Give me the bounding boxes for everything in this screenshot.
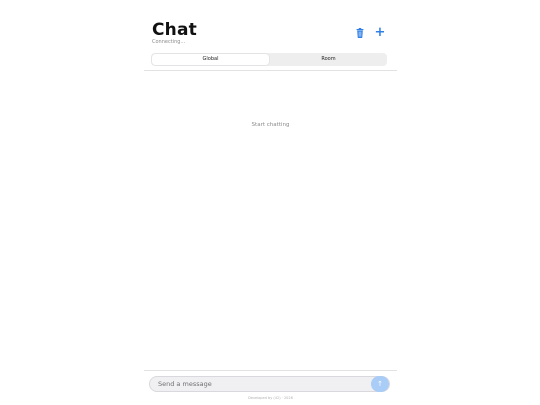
footer-credit: Developed by (42) · 2026 — [248, 396, 293, 400]
chat-app: Chat Connecting... + Global Room Start c… — [144, 0, 397, 405]
plus-icon: + — [374, 25, 386, 40]
message-composer: ↑ — [149, 376, 390, 392]
chat-scope-segmented-control: Global Room — [151, 53, 387, 66]
clear-chat-button[interactable] — [354, 27, 366, 39]
message-list[interactable]: Start chatting — [144, 71, 397, 370]
trash-icon — [356, 28, 364, 38]
empty-state-text: Start chatting — [251, 122, 290, 128]
tab-room[interactable]: Room — [270, 54, 387, 65]
arrow-up-icon: ↑ — [377, 380, 383, 388]
page-title: Chat — [152, 20, 197, 40]
message-input[interactable] — [158, 379, 368, 389]
send-button[interactable]: ↑ — [371, 376, 389, 392]
tab-global[interactable]: Global — [152, 54, 269, 65]
connection-status: Connecting... — [152, 39, 186, 45]
composer-divider — [144, 370, 397, 371]
new-chat-button[interactable]: + — [374, 25, 386, 40]
